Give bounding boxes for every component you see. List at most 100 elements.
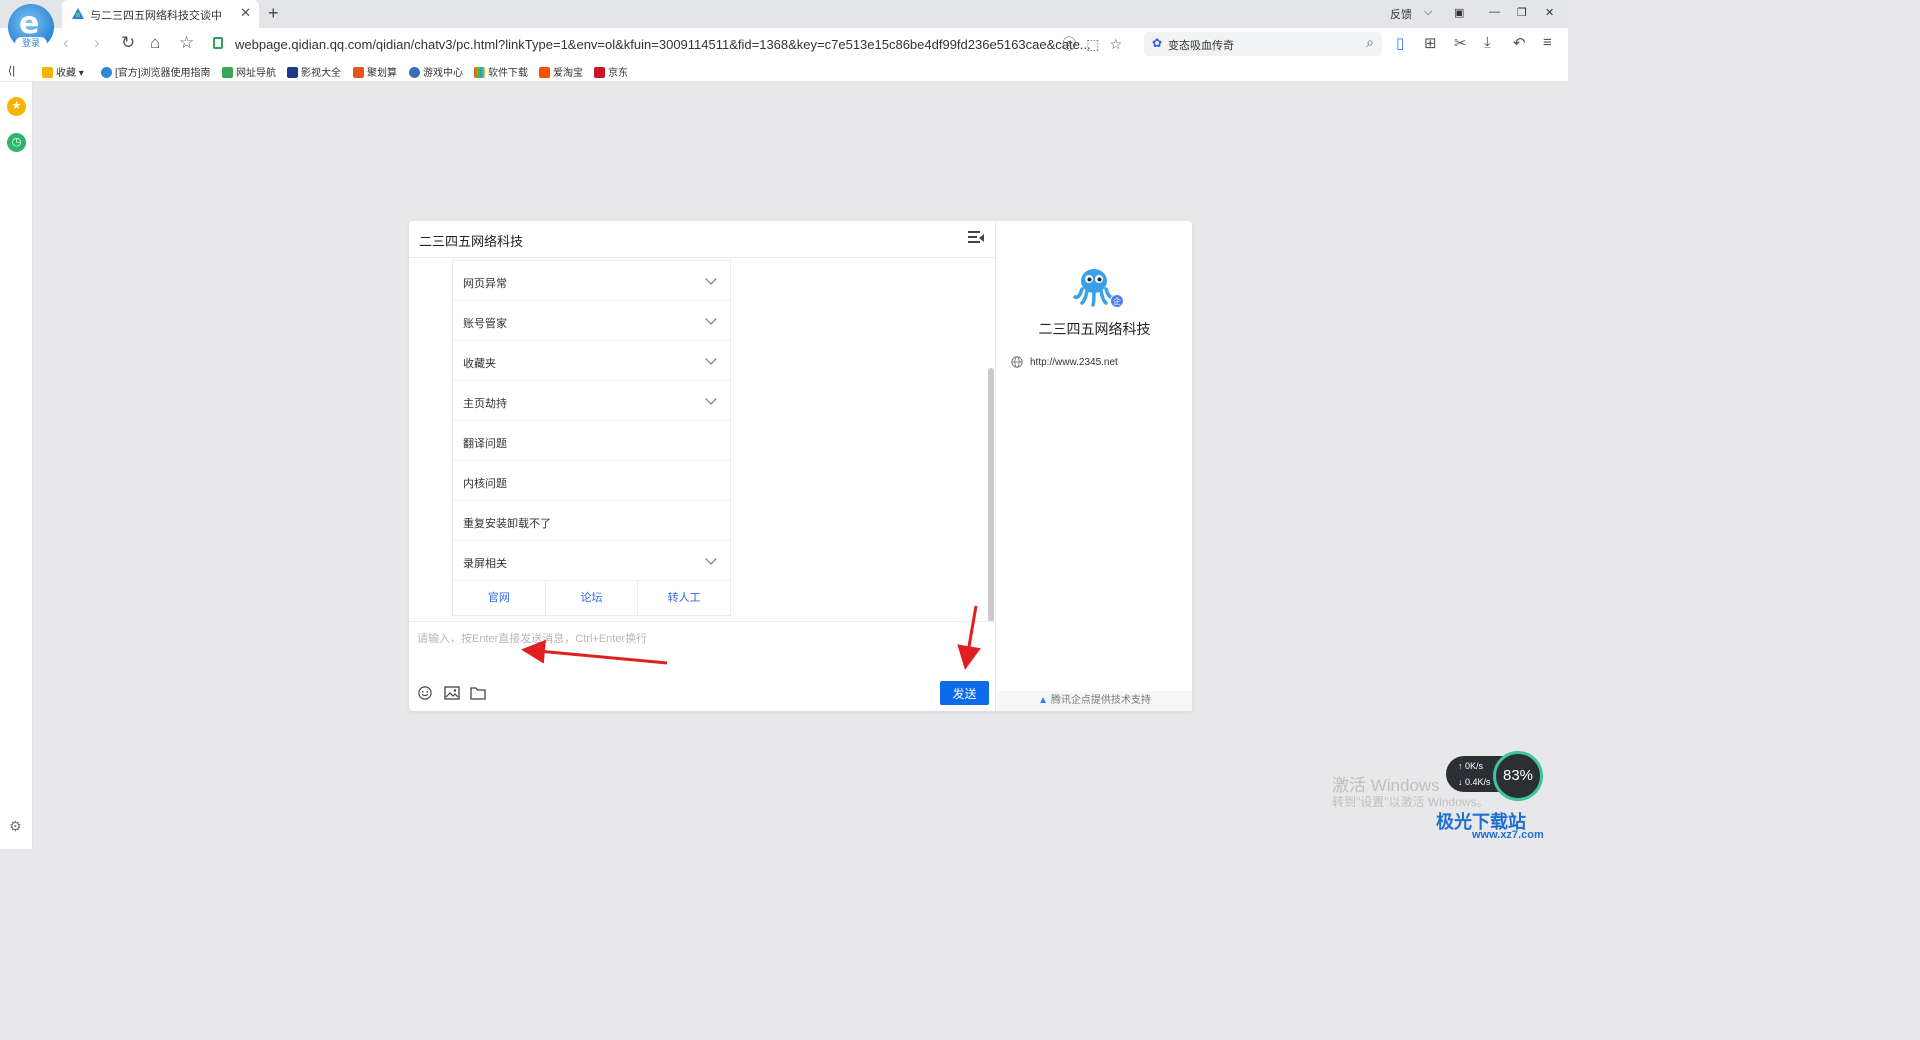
scrollbar[interactable] [988, 368, 994, 621]
qidian-favicon-icon [72, 8, 84, 19]
search-icon[interactable]: ⌕ [1366, 34, 1374, 51]
faq-item[interactable]: 网页异常 [453, 261, 730, 301]
official-site-link[interactable]: 官网 [453, 581, 546, 615]
reload-icon[interactable]: ↻ [121, 33, 135, 53]
back-icon[interactable]: ‹ [63, 33, 69, 53]
search-text[interactable]: 变态吸血传奇 [1168, 37, 1234, 53]
faq-item-label: 内核问题 [463, 478, 507, 490]
browser-tab-active[interactable]: 与二三四五网络科技交谈中 ✕ [62, 0, 259, 28]
faq-item[interactable]: 翻译问题 [453, 421, 730, 461]
company-name: 二三四五网络科技 [1038, 321, 1151, 337]
faq-item-label: 重复安装卸载不了 [463, 518, 551, 530]
bookmark-juhuasuan[interactable]: 聚划算 [353, 64, 397, 79]
bookmark-nav[interactable]: 网址导航 [222, 64, 276, 79]
faq-item[interactable]: 主页劫持 [453, 381, 730, 421]
enterprise-badge: 企 [1110, 294, 1124, 308]
message-area[interactable]: 网页异常 账号管家 收藏夹 主页劫持 翻译问题 内核问题 重复安装卸载不了 录屏… [409, 258, 996, 621]
home-icon[interactable]: ⌂ [150, 33, 160, 53]
feedback-button[interactable]: 反馈 [1390, 6, 1412, 22]
forum-link[interactable]: 论坛 [546, 581, 639, 615]
company-website-link[interactable]: http://www.2345.net [1030, 357, 1118, 368]
transfer-to-agent-link[interactable]: 转人工 [638, 581, 730, 615]
address-bar-actions[interactable]: ⓔ⬚☆ [1062, 34, 1132, 54]
software-icon [474, 67, 485, 78]
faq-item-label: 网页异常 [463, 278, 507, 290]
send-button[interactable]: 发送 [940, 681, 989, 705]
bookmark-taobao[interactable]: 爱淘宝 [539, 64, 583, 79]
juhuasuan-icon [353, 67, 364, 78]
image-icon[interactable] [444, 686, 460, 700]
faq-item-label: 主页劫持 [463, 398, 507, 410]
screenshot-scissors-icon[interactable]: ✂ [1454, 34, 1467, 52]
qidian-logo-icon: ▲ [1038, 695, 1049, 706]
chevron-down-icon[interactable] [705, 353, 717, 365]
company-profile-panel: 企 二三四五网络科技 http://www.2345.net ▲ 腾讯企点提供技… [997, 221, 1192, 711]
star-icon [42, 67, 53, 78]
restore-icon[interactable]: ❐ [1517, 6, 1527, 19]
chevron-down-icon[interactable] [705, 273, 717, 285]
window-close-icon[interactable]: ✕ [1545, 6, 1554, 19]
bookmark-software[interactable]: 软件下载 [474, 64, 528, 79]
undo-icon[interactable]: ↶ [1513, 34, 1526, 52]
address-bar[interactable]: webpage.qidian.qq.com/qidian/chatv3/pc.h… [208, 31, 1138, 57]
faq-item-label: 收藏夹 [463, 358, 496, 370]
secure-lock-icon [213, 37, 223, 49]
faq-item[interactable]: 账号管家 [453, 301, 730, 341]
faq-item-label: 录屏相关 [463, 558, 507, 570]
chevron-down-icon[interactable] [705, 553, 717, 565]
support-text: 腾讯企点提供技术支持 [1050, 695, 1151, 706]
bookmark-games[interactable]: 游戏中心 [409, 64, 463, 79]
faq-item[interactable]: 重复安装卸载不了 [453, 501, 730, 541]
collapse-menu-icon[interactable] [968, 231, 984, 244]
bookmark-video[interactable]: 影视大全 [287, 64, 341, 79]
browser-e-icon [101, 67, 112, 78]
close-tab-icon[interactable]: ✕ [240, 5, 251, 21]
video-icon [287, 67, 298, 78]
bookmark-guide[interactable]: [官方]浏览器使用指南 [101, 64, 211, 79]
settings-gear-icon[interactable]: ⚙ [9, 818, 22, 835]
faq-item-label: 账号管家 [463, 318, 507, 330]
search-box[interactable]: ✿ 变态吸血传奇 ⌕ [1144, 32, 1382, 56]
site-watermark-url: www.xz7.com [1472, 829, 1544, 841]
baidu-paw-icon: ✿ [1152, 36, 1163, 50]
faq-item[interactable]: 收藏夹 [453, 341, 730, 381]
bookmark-jd[interactable]: 京东 [594, 64, 628, 79]
mouse-gesture-icon[interactable]: ▯ [1396, 34, 1404, 52]
globe-icon [1011, 356, 1023, 368]
menu-icon[interactable]: ≡ [1543, 34, 1552, 51]
game-icon [409, 67, 420, 78]
url-text[interactable]: webpage.qidian.qq.com/qidian/chatv3/pc.h… [235, 37, 1091, 52]
collapse-sidebar-icon[interactable]: ⟨| [8, 64, 15, 77]
tab-title: 与二三四五网络科技交谈中 [90, 10, 222, 22]
folder-icon[interactable] [470, 686, 486, 700]
chat-header: 二三四五网络科技 [409, 221, 996, 258]
dropdown-icon[interactable]: ⌵ [1424, 6, 1432, 19]
new-tab-button[interactable]: + [268, 3, 279, 24]
house-icon [222, 67, 233, 78]
faq-item[interactable]: 录屏相关 [453, 541, 730, 581]
memory-gauge[interactable]: 83% [1493, 751, 1543, 801]
star-favorites-icon[interactable]: ★ [7, 97, 26, 116]
history-clock-icon[interactable]: ◷ [7, 133, 26, 152]
bookmark-favorites[interactable]: 收藏 ▾ [42, 64, 84, 79]
support-footer: ▲ 腾讯企点提供技术支持 [997, 691, 1192, 711]
login-badge[interactable]: 登录 [15, 37, 47, 50]
faq-links: 官网 论坛 转人工 [453, 581, 730, 615]
left-sidebar: ★ ◷ ⚙ [0, 82, 33, 849]
message-input[interactable] [417, 630, 977, 670]
chat-window: 二三四五网络科技 网页异常 账号管家 收藏夹 主页劫持 翻译问题 内核问题 重复… [409, 221, 1192, 711]
forward-icon[interactable]: › [94, 33, 100, 53]
browser-logo[interactable]: e 登录 [8, 4, 54, 50]
chevron-down-icon[interactable] [705, 393, 717, 405]
emoji-icon[interactable] [417, 686, 433, 700]
bookmarks-bar: ⟨| 收藏 ▾ [官方]浏览器使用指南 网址导航 影视大全 聚划算 游戏中心 软… [0, 60, 1568, 82]
taobao-icon [539, 67, 550, 78]
screen-icon[interactable]: ▣ [1454, 6, 1464, 19]
chevron-down-icon[interactable] [705, 313, 717, 325]
favorites-icon[interactable]: ☆ [179, 33, 194, 53]
apps-grid-icon[interactable]: ⊞ [1424, 34, 1437, 52]
download-icon[interactable]: ⤓ [1484, 34, 1491, 51]
minimize-icon[interactable]: — [1489, 6, 1500, 18]
faq-item[interactable]: 内核问题 [453, 461, 730, 501]
tab-strip: 与二三四五网络科技交谈中 ✕ + 反馈 ⌵ ▣ — ❐ ✕ [0, 0, 1568, 28]
